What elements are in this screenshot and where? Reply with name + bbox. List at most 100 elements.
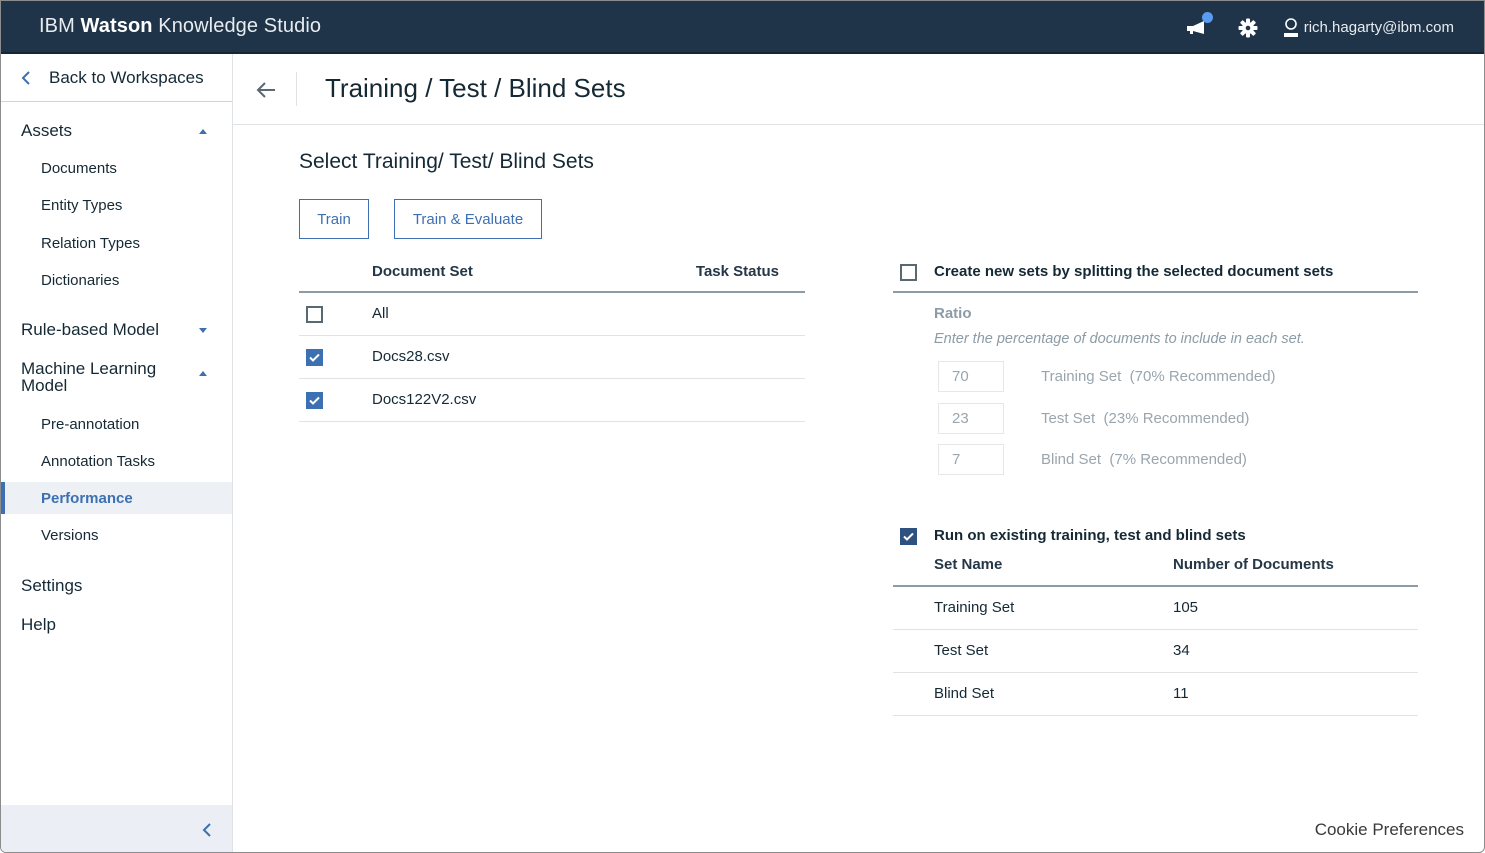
settings-gear-icon[interactable] (1237, 17, 1259, 39)
announcements-icon[interactable] (1185, 11, 1213, 38)
document-count: 34 (1173, 642, 1190, 659)
back-label: Back to Workspaces (49, 67, 204, 87)
notification-badge (1201, 11, 1213, 23)
column-header-document-set: Document Set (372, 263, 473, 280)
back-to-workspaces-link[interactable]: Back to Workspaces (1, 54, 232, 102)
sidebar-section-rule-based-model[interactable]: Rule-based Model (21, 320, 211, 340)
test-ratio-input[interactable] (938, 403, 1004, 434)
existing-sets-checkbox[interactable] (900, 528, 917, 545)
checkmark-icon (309, 396, 320, 405)
set-name: Training Set (934, 599, 1015, 616)
blind-ratio-input[interactable] (938, 444, 1004, 475)
item-label: Help (21, 615, 56, 634)
table-header: Document Set Task Status (299, 254, 805, 293)
sidebar-item-pre-annotation[interactable]: Pre-annotation (1, 408, 232, 440)
brand-prefix: IBM (39, 15, 81, 37)
existing-sets-label: Run on existing training, test and blind… (934, 527, 1246, 544)
set-name: Blind Set (934, 685, 995, 702)
sidebar-item-performance[interactable]: Performance (1, 482, 232, 514)
caret-down-icon (199, 328, 207, 333)
sidebar-item-documents[interactable]: Documents (1, 152, 232, 184)
cookie-preferences-link[interactable]: Cookie Preferences (1315, 820, 1464, 840)
main-content: Training / Test / Blind Sets Select Trai… (233, 54, 1484, 852)
ratio-row-test: Test Set (23% Recommended) (938, 403, 1249, 434)
table-row: All (299, 293, 805, 336)
sidebar-item-help[interactable]: Help (21, 615, 211, 635)
sidebar-item-entity-types[interactable]: Entity Types (1, 189, 232, 221)
caret-up-icon (199, 371, 207, 376)
caret-up-icon (199, 129, 207, 134)
document-count: 105 (1173, 599, 1199, 616)
item-label: Documents (41, 159, 117, 177)
column-header-number-of-documents: Number of Documents (1173, 556, 1334, 573)
arrow-left-icon (256, 82, 275, 98)
document-set-table: Document Set Task Status All Docs28.csv … (299, 254, 805, 422)
select-all-checkbox[interactable] (306, 306, 323, 323)
ratio-label-text: Test Set (23% Recommended) (1041, 410, 1250, 427)
document-set-name: Docs122V2.csv (372, 391, 477, 408)
sidebar-section-assets[interactable]: Assets (21, 121, 211, 141)
section-label: Assets (21, 121, 73, 140)
item-label: Versions (41, 526, 99, 544)
table-row: Docs122V2.csv (299, 379, 805, 422)
sidebar-item-annotation-tasks[interactable]: Annotation Tasks (1, 445, 232, 477)
table-row: Blind Set 11 (893, 673, 1418, 716)
page-title: Training / Test / Blind Sets (325, 73, 626, 103)
ratio-row-blind: Blind Set (7% Recommended) (938, 444, 1247, 475)
split-sets-label: Create new sets by splitting the selecte… (934, 263, 1334, 280)
sidebar-item-versions[interactable]: Versions (1, 519, 232, 551)
item-label: Dictionaries (41, 271, 120, 289)
section-label: Rule-based Model (21, 320, 159, 339)
user-email: rich.hagarty@ibm.com (1303, 19, 1454, 36)
sidebar-item-relation-types[interactable]: Relation Types (1, 227, 232, 259)
ratio-row-training: Training Set (70% Recommended) (938, 361, 1276, 392)
chevron-left-icon (202, 822, 211, 837)
item-label: Relation Types (41, 234, 140, 252)
table-row: Training Set 105 (893, 587, 1418, 630)
ratio-hint: Enter the percentage of documents to inc… (934, 331, 1305, 347)
brand-suffix: Knowledge Studio (152, 15, 322, 37)
ratio-label-text: Training Set (70% Recommended) (1041, 368, 1276, 385)
table-row: Test Set 34 (893, 630, 1418, 673)
ratio-label: Ratio (934, 305, 972, 322)
split-sets-checkbox[interactable] (900, 264, 917, 281)
row-checkbox[interactable] (306, 392, 323, 409)
checkmark-icon (309, 353, 320, 362)
brand-bold: Watson (80, 15, 153, 37)
back-arrow-button[interactable] (255, 80, 277, 100)
page-header: Training / Test / Blind Sets (233, 54, 1484, 125)
document-count: 11 (1173, 685, 1189, 702)
header-divider (296, 72, 297, 106)
column-header-set-name: Set Name (934, 556, 1003, 573)
user-menu[interactable]: rich.hagarty@ibm.com (1283, 17, 1454, 38)
item-label: Pre-annotation (41, 415, 140, 433)
train-button[interactable]: Train (299, 199, 369, 239)
user-icon (1283, 17, 1298, 37)
top-nav-bar: IBM Watson Knowledge Studio rich.hagarty… (1, 1, 1484, 54)
item-label: Annotation Tasks (41, 452, 155, 470)
table-row: Docs28.csv (299, 336, 805, 379)
section-title: Select Training/ Test/ Blind Sets (299, 150, 594, 173)
row-checkbox[interactable] (306, 349, 323, 366)
split-sets-panel: Create new sets by splitting the selecte… (893, 254, 1418, 475)
collapse-sidebar-button[interactable] (1, 805, 232, 852)
ratio-label-text: Blind Set (7% Recommended) (1041, 451, 1247, 468)
existing-sets-panel: Run on existing training, test and blind… (893, 524, 1418, 716)
document-set-name: Docs28.csv (372, 348, 450, 365)
document-set-name: All (372, 305, 389, 322)
app-window: IBM Watson Knowledge Studio rich.hagarty… (0, 0, 1485, 853)
sidebar: Back to Workspaces Assets Documents Enti… (1, 54, 233, 852)
chevron-left-icon (21, 70, 35, 85)
column-header-task-status: Task Status (695, 263, 779, 280)
sidebar-item-settings[interactable]: Settings (21, 576, 211, 596)
training-ratio-input[interactable] (938, 361, 1004, 392)
product-logo[interactable]: IBM Watson Knowledge Studio (39, 15, 321, 38)
sidebar-item-dictionaries[interactable]: Dictionaries (1, 264, 232, 296)
table-header: Set Name Number of Documents (893, 549, 1418, 587)
train-evaluate-button[interactable]: Train & Evaluate (394, 199, 542, 239)
checkmark-icon (903, 532, 914, 541)
item-label: Performance (41, 489, 133, 507)
item-label: Entity Types (41, 196, 123, 214)
sidebar-section-machine-learning-model[interactable]: Machine Learning Model (21, 360, 211, 394)
section-label: Machine Learning Model (21, 359, 157, 395)
